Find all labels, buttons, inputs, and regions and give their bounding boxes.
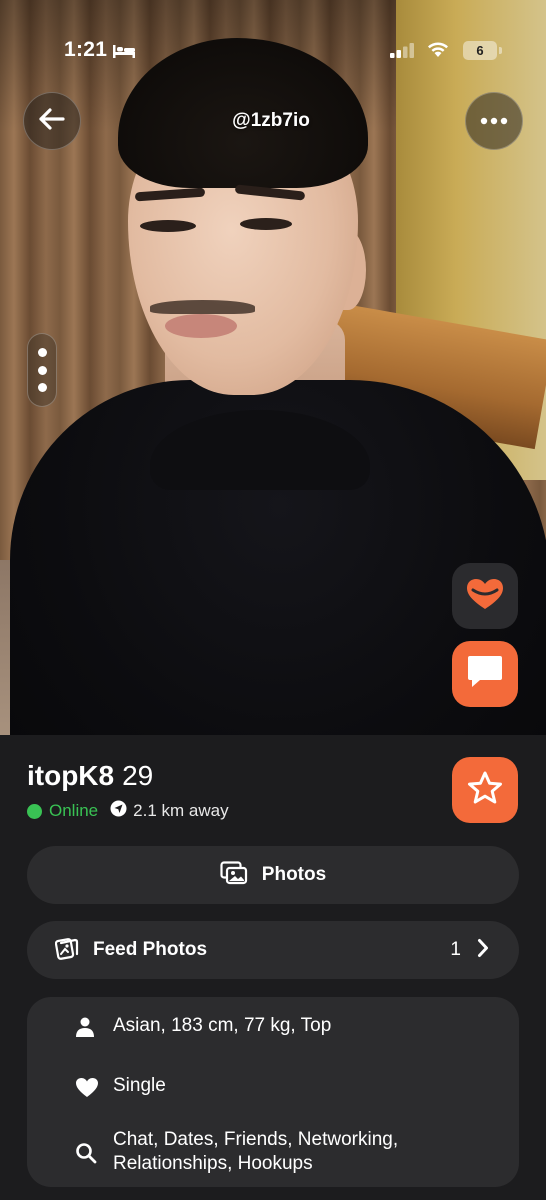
cellular-signal-icon [390,42,416,63]
photos-icon [220,860,248,890]
photos-label: Photos [261,864,327,885]
status-time: 1:21 [64,38,108,61]
photo-eye-left [140,220,196,232]
relationship-row: Single [75,1074,166,1098]
photo-lips [165,314,237,338]
sleep-focus-icon [112,43,136,64]
profile-name-row: itopK8 29 [27,760,153,792]
distance: 2.1 km away [133,801,229,820]
photo-mustache [150,300,255,314]
profile-details-card: Asian, 183 cm, 77 kg, Top Single Chat, D… [27,997,519,1187]
profile-status-row: Online 2.1 km away [27,800,229,822]
feed-photos-button[interactable]: Feed Photos 1 [27,921,519,979]
stats-text: Asian, 183 cm, 77 kg, Top [113,1015,332,1036]
location-arrow-icon [110,800,127,822]
battery-nub [499,47,502,54]
looking-for-row: Chat, Dates, Friends, Networking, Relati… [75,1128,495,1176]
favorite-button[interactable] [452,757,518,823]
chat-icon [466,654,504,695]
tap-icon [465,577,505,616]
looking-for-text: Chat, Dates, Friends, Networking, Relati… [113,1129,399,1174]
photo-dot [37,382,47,392]
feed-photos-icon [54,936,79,965]
photo-dot [37,365,47,375]
back-arrow-icon [38,107,66,136]
chat-button[interactable] [452,641,518,707]
photo-dot [37,348,47,358]
search-icon [75,1128,113,1164]
wifi-icon [426,40,450,63]
more-icon [480,112,508,130]
more-options-button[interactable] [465,92,523,150]
profile-handle: @1zb7io [232,110,310,131]
photo-page-indicator[interactable] [27,333,57,407]
back-button[interactable] [23,92,81,150]
online-indicator [27,803,42,819]
relationship-text: Single [113,1075,166,1096]
photo-eye-right [240,218,292,230]
online-status: Online [49,801,99,820]
heart-icon [75,1074,113,1098]
star-icon [466,770,504,811]
profile-name: itopK8 [27,760,115,791]
feed-photos-label: Feed Photos [93,939,208,960]
battery-level: 6 [476,43,484,58]
tap-button[interactable] [452,563,518,629]
person-icon [75,1014,113,1037]
photos-button[interactable]: Photos [27,846,519,904]
feed-photos-count: 1 [450,939,461,960]
chevron-right-icon [477,938,489,963]
status-bar: 1:21 6 [0,0,546,100]
profile-age: 29 [122,760,154,791]
stats-row: Asian, 183 cm, 77 kg, Top [75,1014,331,1038]
